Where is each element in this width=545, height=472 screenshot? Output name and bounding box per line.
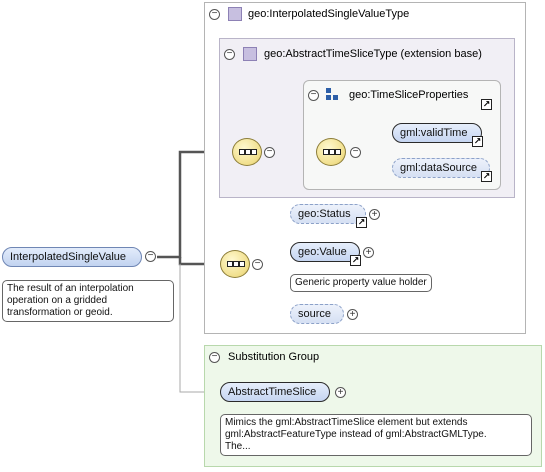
complex-type-icon — [228, 7, 242, 21]
element-label: gml:validTime — [400, 127, 468, 139]
ref-icon[interactable]: ↗ — [356, 217, 367, 228]
ref-icon[interactable]: ↗ — [481, 171, 492, 182]
expand-icon[interactable]: + — [335, 387, 346, 398]
ref-icon[interactable]: ↗ — [472, 136, 483, 147]
sequence-collapse-icon[interactable]: − — [350, 147, 361, 158]
element-abstract-time-slice[interactable]: AbstractTimeSlice — [220, 382, 330, 402]
expand-icon[interactable]: + — [363, 247, 374, 258]
element-label: geo:Value — [298, 246, 347, 258]
sequence-compositor-icon — [220, 250, 250, 278]
element-label: AbstractTimeSlice — [228, 386, 317, 398]
substitution-annotation-line: Mimics the gml:AbstractTimeSlice element… — [225, 417, 468, 428]
root-annotation-line: transformation or geoid. — [7, 307, 113, 318]
type-collapse-icon[interactable]: − — [209, 9, 220, 20]
expand-icon[interactable]: + — [369, 209, 380, 220]
type-title: geo:InterpolatedSingleValueType — [248, 8, 410, 20]
element-label: gml:dataSource — [400, 162, 478, 174]
substitution-collapse-icon[interactable]: − — [209, 352, 220, 363]
base-type-icon — [243, 47, 257, 61]
root-annotation: The result of an interpolation operation… — [2, 280, 174, 322]
substitution-annotation-line: gml:AbstractFeatureType instead of gml:A… — [225, 429, 487, 440]
sequence-compositor-icon — [316, 138, 346, 166]
element-label: geo:Status — [298, 208, 351, 220]
element-status[interactable]: geo:Status — [290, 204, 366, 224]
sequence-compositor-icon — [232, 138, 262, 166]
base-title: geo:AbstractTimeSliceType (extension bas… — [264, 48, 482, 60]
root-collapse-icon[interactable]: − — [145, 251, 156, 262]
group-title: geo:TimeSliceProperties — [349, 89, 469, 101]
root-element-label: InterpolatedSingleValue — [10, 251, 126, 263]
element-source[interactable]: source — [290, 304, 344, 324]
group-ref-icon[interactable]: ↗ — [481, 99, 492, 110]
substitution-annotation: Mimics the gml:AbstractTimeSlice element… — [220, 414, 532, 456]
root-annotation-line: The result of an interpolation — [7, 283, 134, 294]
element-valid-time[interactable]: gml:validTime — [392, 123, 482, 143]
sequence-collapse-icon[interactable]: − — [264, 147, 275, 158]
value-annotation: Generic property value holder — [290, 274, 432, 292]
ref-icon[interactable]: ↗ — [350, 255, 361, 266]
group-collapse-icon[interactable]: − — [308, 90, 319, 101]
sequence-collapse-icon[interactable]: − — [252, 259, 263, 270]
element-data-source[interactable]: gml:dataSource — [392, 158, 490, 178]
substitution-annotation-line: The... — [225, 441, 251, 452]
element-label: source — [298, 308, 332, 320]
substitution-title: Substitution Group — [228, 351, 320, 363]
base-collapse-icon[interactable]: − — [224, 49, 235, 60]
root-annotation-line: operation on a gridded — [7, 295, 108, 306]
group-icon — [326, 88, 340, 102]
expand-icon[interactable]: + — [347, 309, 358, 320]
root-element[interactable]: InterpolatedSingleValue — [2, 247, 142, 267]
